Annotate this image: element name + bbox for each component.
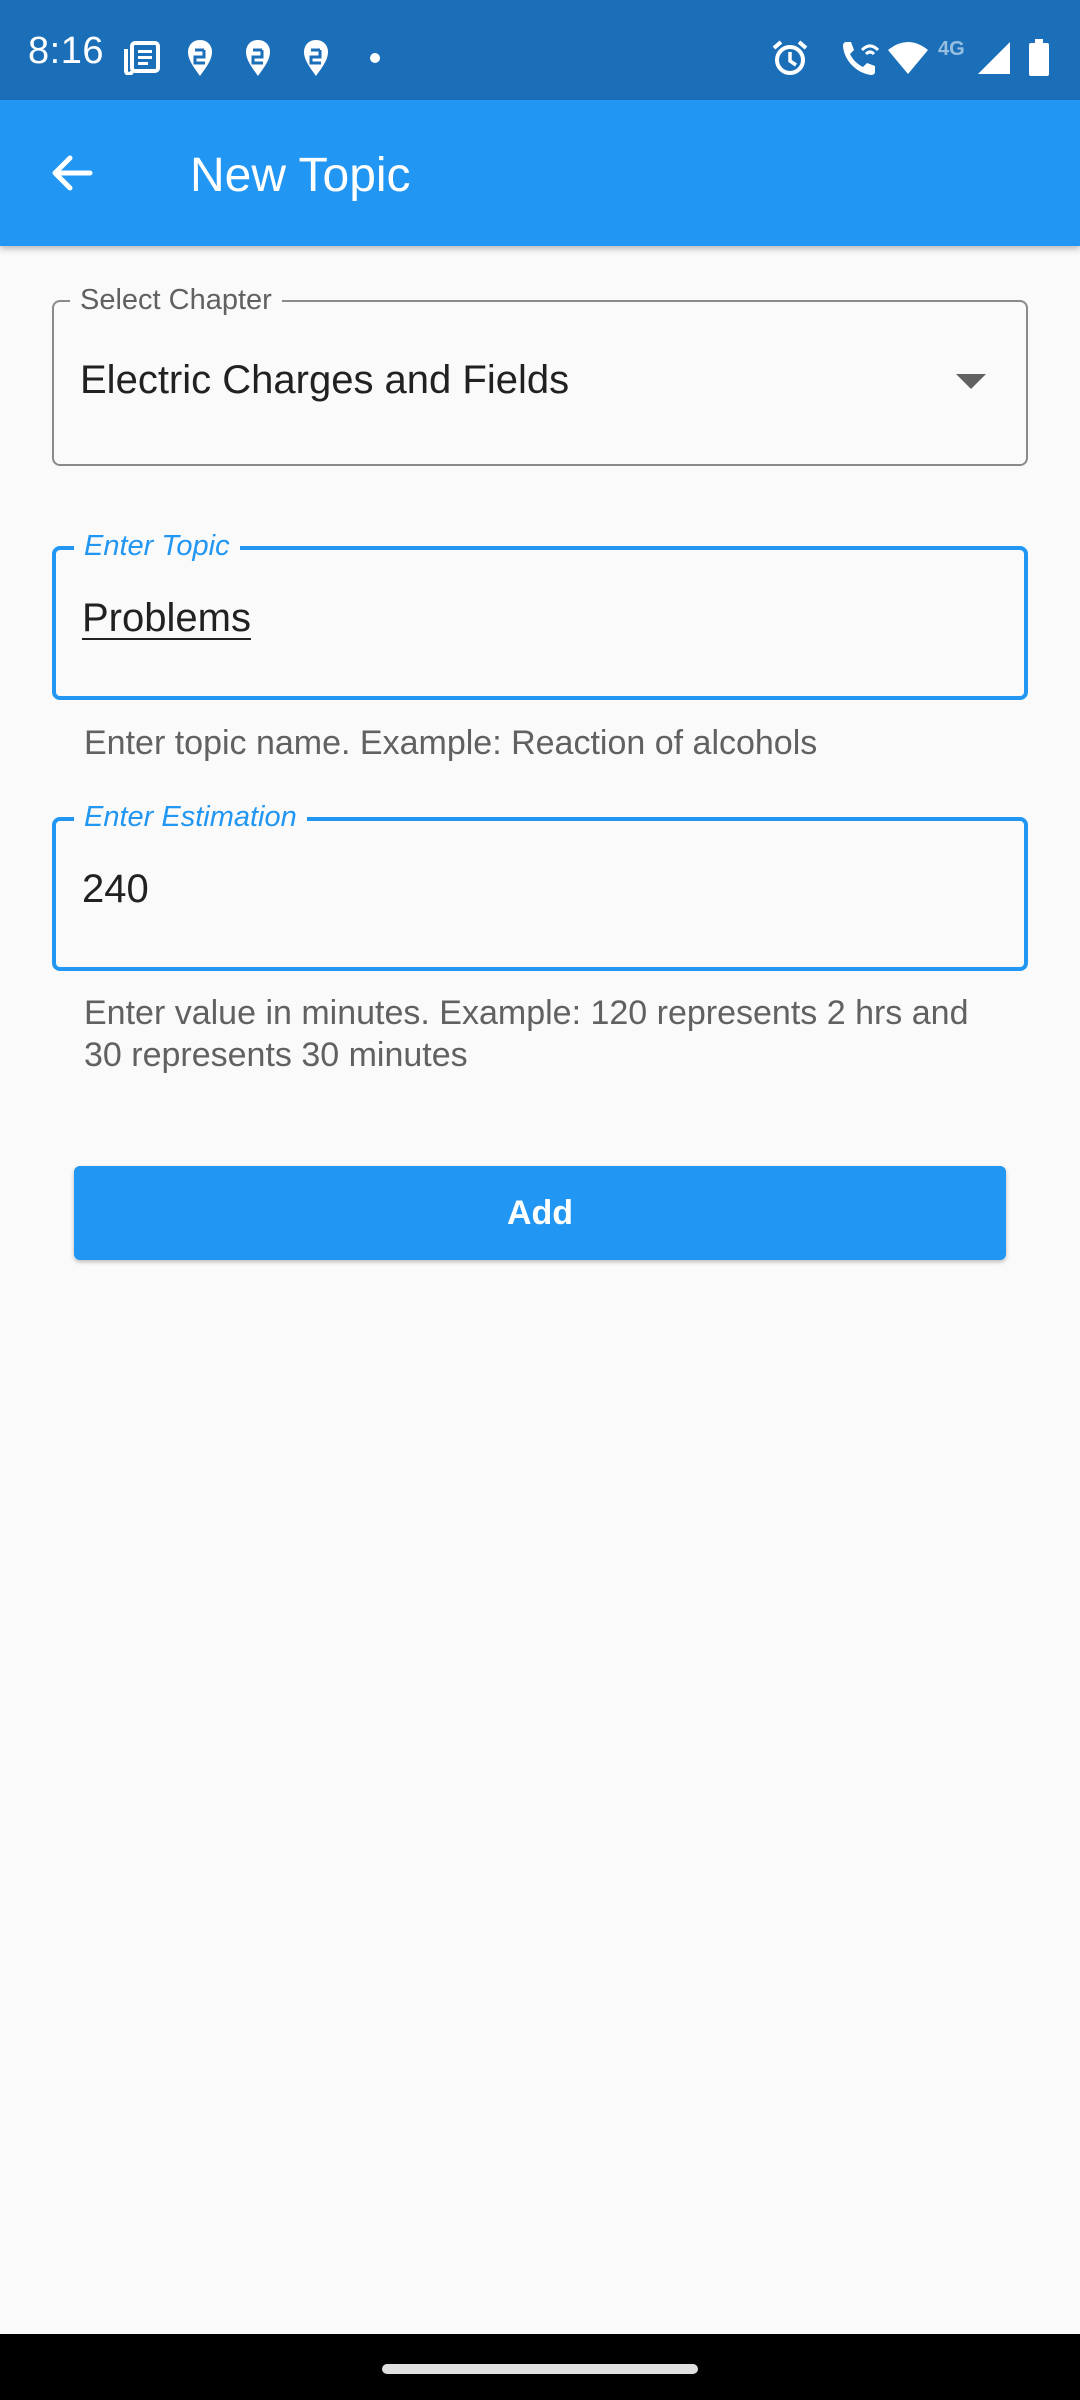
- app-bar: New Topic: [0, 100, 1080, 246]
- dropdown-arrow-icon: [956, 374, 986, 389]
- network-type-label: 4G: [938, 38, 965, 60]
- wifi-icon: [886, 38, 930, 78]
- swiggy-icon: [302, 38, 330, 78]
- dot-icon: [368, 38, 382, 78]
- swiggy-icon: [244, 38, 272, 78]
- wifi-call-icon: [840, 38, 880, 78]
- swiggy-icon: [186, 38, 214, 78]
- home-gesture-handle[interactable]: [382, 2364, 698, 2374]
- topic-input-value: Problems: [82, 596, 251, 640]
- status-bar: 8:16 4G: [0, 0, 1080, 100]
- news-icon: [124, 38, 160, 78]
- add-button[interactable]: Add: [74, 1166, 1006, 1260]
- topic-helper-text: Enter topic name. Example: Reaction of a…: [84, 724, 818, 762]
- back-button[interactable]: [30, 133, 114, 217]
- chapter-dropdown-label: Select Chapter: [70, 284, 282, 317]
- estimation-input-label: Enter Estimation: [74, 801, 307, 834]
- chapter-dropdown[interactable]: Select Chapter Electric Charges and Fiel…: [52, 284, 1028, 466]
- arrow-back-icon: [48, 149, 96, 202]
- battery-icon: [1028, 38, 1050, 78]
- topic-input[interactable]: Enter Topic Problems: [52, 530, 1028, 700]
- estimation-input-value: 240: [82, 867, 149, 911]
- estimation-helper-text: Enter value in minutes. Example: 120 rep…: [84, 994, 969, 1074]
- navigation-bar: [0, 2334, 1080, 2400]
- estimation-input[interactable]: Enter Estimation 240: [52, 801, 1028, 971]
- alarm-icon: [770, 38, 810, 78]
- signal-icon: [976, 38, 1012, 78]
- topic-input-label: Enter Topic: [74, 530, 240, 563]
- chapter-selected-value: Electric Charges and Fields: [80, 358, 570, 402]
- page-title: New Topic: [190, 149, 411, 202]
- status-time: 8:16: [28, 30, 104, 72]
